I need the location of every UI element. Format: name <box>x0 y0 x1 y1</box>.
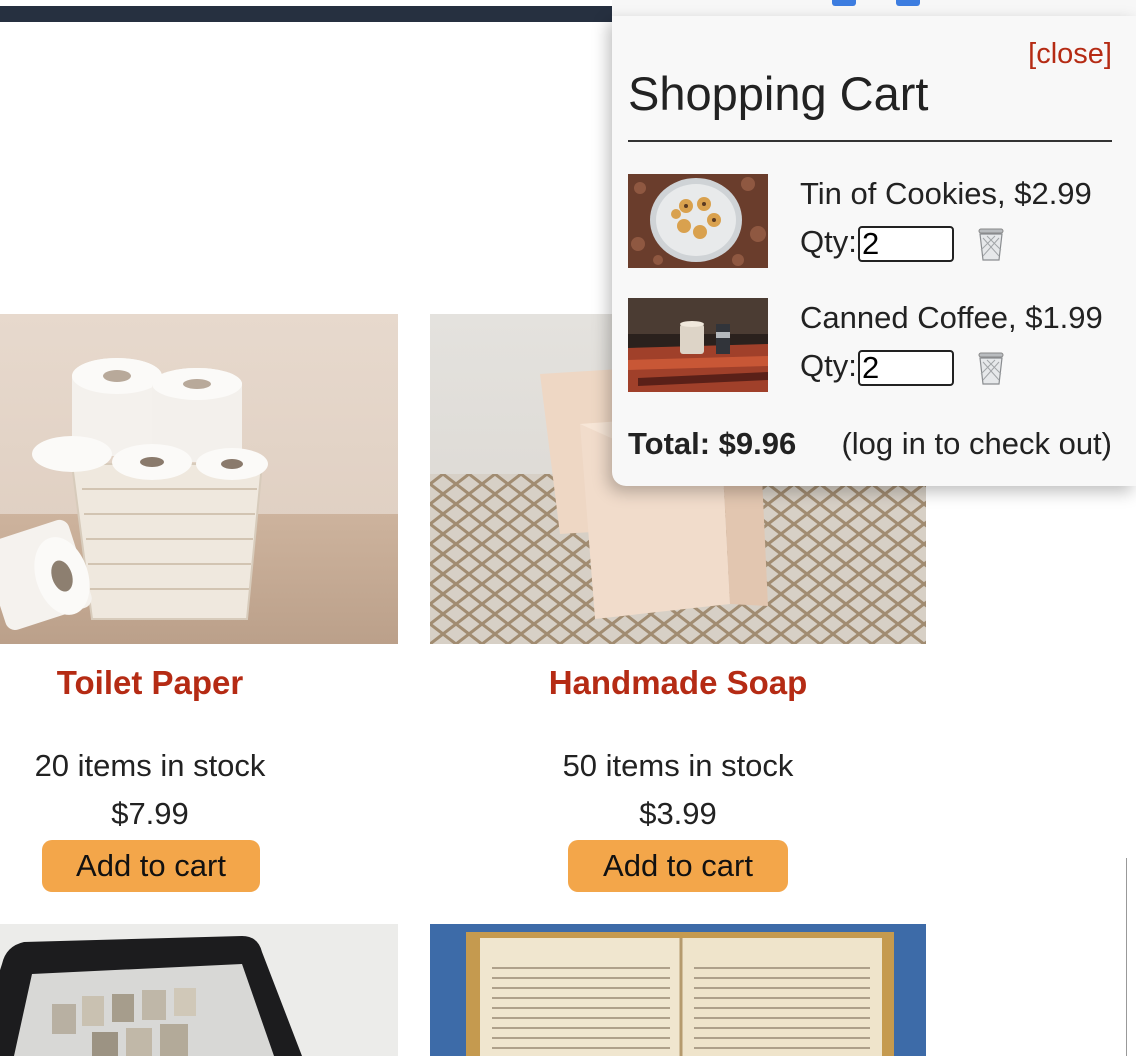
product-image-toilet-paper[interactable] <box>0 314 398 644</box>
cart-item: Canned Coffee, $1.99 Qty: <box>628 298 1128 394</box>
close-cart-link[interactable]: [close] <box>1028 38 1112 71</box>
add-to-cart-button[interactable]: Add to cart <box>42 840 260 892</box>
add-to-cart-button[interactable]: Add to cart <box>568 840 788 892</box>
cart-item: Tin of Cookies, $2.99 Qty: <box>628 174 1128 270</box>
trash-can-icon[interactable] <box>974 350 1008 386</box>
cart-title: Shopping Cart <box>628 67 929 120</box>
cart-item-qty-input[interactable] <box>858 226 954 262</box>
product-image-tablet[interactable] <box>0 924 398 1056</box>
top-nav-right <box>612 0 1136 17</box>
product-price: $7.99 <box>111 796 189 831</box>
product-price: $3.99 <box>639 796 717 831</box>
nav-icon-1[interactable] <box>832 0 856 6</box>
cart-total: Total: $9.96 <box>628 426 797 461</box>
cart-item-name: Tin of Cookies, $2.99 <box>800 176 1092 211</box>
product-title[interactable]: Handmade Soap <box>430 664 926 702</box>
scrollbar-edge[interactable] <box>1126 858 1136 1056</box>
cart-divider <box>628 140 1112 142</box>
product-title[interactable]: Toilet Paper <box>0 664 398 702</box>
product-card-toilet-paper: Toilet Paper 20 items in stock $7.99 Add… <box>0 314 398 894</box>
shopping-cart-panel: [close] Shopping Cart Tin of Cookies, $2… <box>612 16 1136 486</box>
product-stock: 50 items in stock <box>562 748 794 783</box>
cart-item-name: Canned Coffee, $1.99 <box>800 300 1103 335</box>
cart-item-thumbnail-coffee <box>628 298 768 392</box>
trash-can-icon[interactable] <box>974 226 1008 262</box>
cart-item-qty-input[interactable] <box>858 350 954 386</box>
product-stock: 20 items in stock <box>34 748 266 783</box>
checkout-note: (log in to check out) <box>841 426 1112 461</box>
store-page: Toilet Paper 20 items in stock $7.99 Add… <box>0 0 1136 1056</box>
cart-item-qty-label: Qty: <box>800 348 857 383</box>
product-image-book[interactable] <box>430 924 926 1056</box>
cart-item-thumbnail-cookies <box>628 174 768 268</box>
nav-icon-2[interactable] <box>896 0 920 6</box>
cart-item-qty-label: Qty: <box>800 224 857 259</box>
